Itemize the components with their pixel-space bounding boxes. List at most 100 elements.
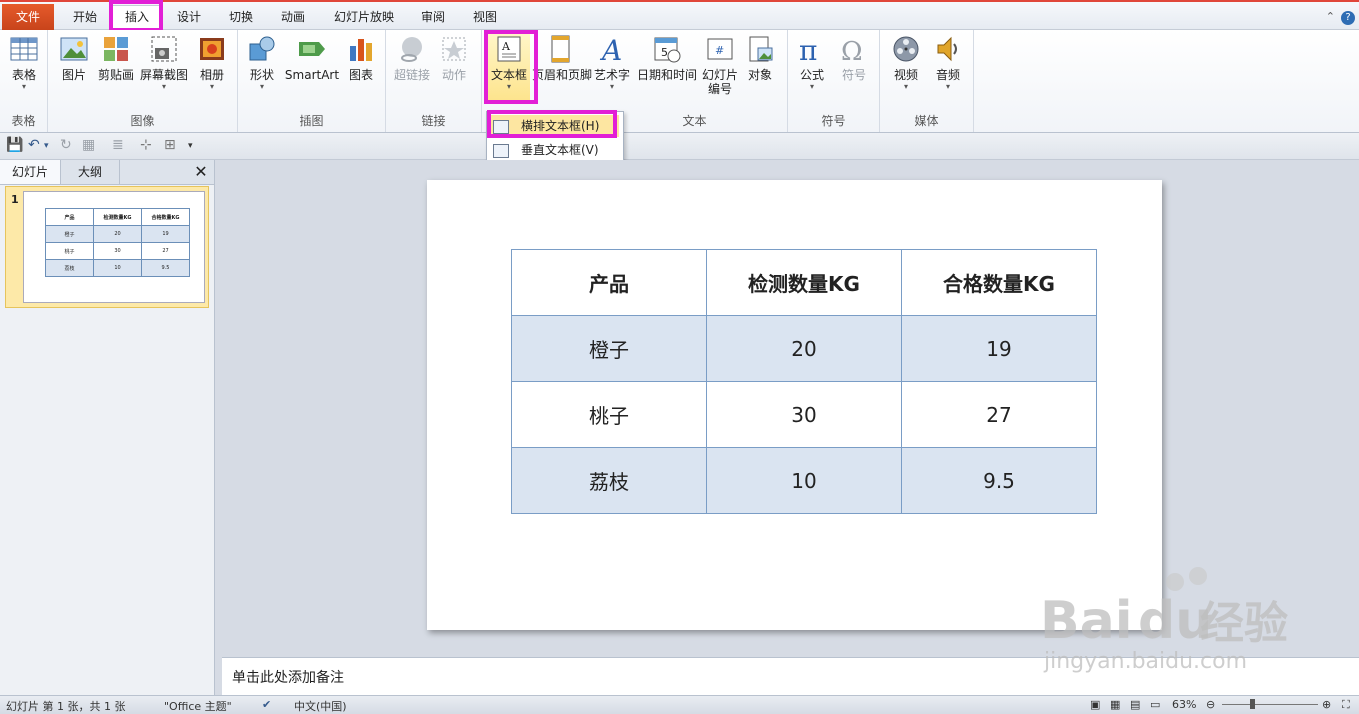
audio-button[interactable]: 音频 ▾ — [930, 34, 966, 92]
menu-item-horizontal-textbox[interactable]: 横排文本框(H) — [489, 115, 619, 137]
wordart-button[interactable]: A 艺术字 ▾ — [590, 34, 634, 92]
tab-view[interactable]: 视图 — [464, 6, 506, 28]
save-icon[interactable]: 💾 — [6, 137, 23, 153]
zoom-in-icon[interactable]: ⊕ — [1322, 698, 1331, 711]
zoom-slider-thumb[interactable] — [1250, 699, 1255, 709]
tab-design[interactable]: 设计 — [168, 6, 210, 28]
slide-number-label-2: 编号 — [707, 82, 732, 96]
tab-slideshow[interactable]: 幻灯片放映 — [326, 6, 402, 28]
slideshow-view-icon[interactable]: ▭ — [1150, 698, 1160, 711]
table-cell[interactable]: 27 — [901, 381, 1097, 448]
tab-review[interactable]: 审阅 — [412, 6, 454, 28]
table-header-cell[interactable]: 检测数量KG — [706, 249, 902, 316]
ribbon-controls: ⌃? — [1326, 10, 1355, 25]
shapes-button[interactable]: 形状 ▾ — [244, 34, 280, 92]
tab-file[interactable]: 文件 — [2, 4, 54, 30]
bar-chart-icon — [346, 34, 376, 64]
chart-button[interactable]: 图表 — [344, 34, 378, 82]
table-cell[interactable]: 荔枝 — [511, 447, 707, 514]
thumbnail-cell: 橙子 — [45, 225, 94, 243]
slide-sorter-icon[interactable]: ▦ — [1110, 698, 1120, 711]
reading-view-icon[interactable]: ▤ — [1130, 698, 1140, 711]
group-symbols: π 公式 ▾ Ω 符号 符号 — [788, 30, 880, 132]
datetime-button[interactable]: 5 日期和时间 — [636, 34, 698, 82]
header-footer-button[interactable]: 页眉和页脚 — [532, 34, 592, 82]
thumbnail-row: 桃子 30 27 — [45, 242, 190, 260]
crop-icon[interactable]: ⊹ — [140, 137, 152, 153]
slide-thumbnail-preview: 产品 检测数量KG 合格数量KG 橙子 20 19 桃子 30 27 荔枝 10… — [23, 191, 205, 303]
table-cell[interactable]: 19 — [901, 315, 1097, 382]
slide-thumbnail[interactable]: 1 产品 检测数量KG 合格数量KG 橙子 20 19 桃子 30 27 荔枝 … — [5, 186, 209, 308]
chevron-down-icon: ▾ — [506, 82, 511, 91]
tab-outline[interactable]: 大纲 — [61, 160, 120, 184]
fit-to-window-icon[interactable]: ⛶ — [1342, 698, 1350, 712]
thumbnail-row: 产品 检测数量KG 合格数量KG — [45, 208, 190, 226]
table-label: 表格 — [11, 68, 36, 82]
status-zoom[interactable]: 63% — [1172, 698, 1196, 711]
smartart-button[interactable]: SmartArt — [284, 34, 340, 82]
group-illustrations: 形状 ▾ SmartArt 图表 插图 — [238, 30, 386, 132]
minimize-ribbon-icon[interactable]: ⌃ — [1326, 10, 1335, 23]
table-tool-icon[interactable]: ⊞ — [164, 137, 176, 153]
tab-insert[interactable]: 插入 — [112, 5, 162, 30]
menu-item-vertical-textbox[interactable]: 垂直文本框(V) — [489, 139, 619, 161]
table-cell[interactable]: 10 — [706, 447, 902, 514]
object-button[interactable]: 对象 — [744, 34, 776, 82]
svg-text:#: # — [715, 44, 724, 57]
video-label: 视频 — [893, 68, 918, 82]
help-icon[interactable]: ? — [1341, 11, 1355, 25]
undo-icon[interactable]: ↶ — [28, 137, 40, 153]
picture-icon — [59, 34, 89, 64]
table-cell[interactable]: 20 — [706, 315, 902, 382]
table-row: 桃子 30 27 — [511, 381, 1097, 448]
picture-label: 图片 — [61, 68, 86, 82]
align-icon[interactable]: ≣ — [112, 137, 124, 153]
tab-animations[interactable]: 动画 — [272, 6, 314, 28]
data-table[interactable]: 产品 检测数量KG 合格数量KG 橙子 20 19 桃子 30 27 荔枝 10 — [511, 249, 1097, 514]
screenshot-button[interactable]: 屏幕截图 ▾ — [138, 34, 190, 92]
zoom-out-icon[interactable]: ⊖ — [1206, 698, 1215, 711]
zoom-slider[interactable] — [1222, 704, 1318, 705]
table-cell[interactable]: 桃子 — [511, 381, 707, 448]
table-cell[interactable]: 9.5 — [901, 447, 1097, 514]
chevron-down-icon: ▾ — [209, 82, 214, 91]
chevron-down-icon: ▾ — [161, 82, 166, 91]
horizontal-textbox-icon — [493, 120, 509, 134]
action-button[interactable]: 动作 — [436, 34, 472, 82]
textbox-button[interactable]: A 文本框 ▾ — [488, 34, 530, 104]
redo-icon[interactable]: ↻ — [60, 137, 72, 153]
baidu-jingyan-watermark: Bai du 经验 jingyan.baidu.com — [1040, 560, 1340, 680]
clipart-button[interactable]: 剪贴画 — [96, 34, 136, 82]
thumbnail-cell: 20 — [93, 225, 142, 243]
table-cell[interactable]: 橙子 — [511, 315, 707, 382]
format-painter-icon[interactable]: ▦ — [82, 137, 95, 153]
svg-text:A: A — [599, 34, 622, 64]
tab-transitions[interactable]: 切换 — [220, 6, 262, 28]
slide-number: 1 — [11, 193, 19, 206]
symbol-button[interactable]: Ω 符号 — [836, 34, 872, 82]
album-label: 相册 — [199, 68, 224, 82]
group-links: 超链接 动作 链接 — [386, 30, 482, 132]
hyperlink-button[interactable]: 超链接 — [392, 34, 432, 82]
table-button[interactable]: 表格 ▾ — [6, 34, 42, 92]
spellcheck-icon[interactable]: ✔ — [262, 698, 271, 711]
video-button[interactable]: 视频 ▾ — [888, 34, 924, 92]
table-header-cell[interactable]: 合格数量KG — [901, 249, 1097, 316]
equation-button[interactable]: π 公式 ▾ — [794, 34, 830, 92]
datetime-label: 日期和时间 — [636, 68, 697, 82]
customize-qat-icon[interactable]: ▾ — [188, 141, 193, 151]
slide-number-button[interactable]: # 幻灯片 编号 — [700, 34, 740, 96]
chevron-down-icon[interactable]: ▾ — [44, 141, 49, 151]
table-cell[interactable]: 30 — [706, 381, 902, 448]
album-button[interactable]: 相册 ▾ — [194, 34, 230, 92]
group-table: 表格 ▾ 表格 — [0, 30, 48, 132]
table-header-cell[interactable]: 产品 — [511, 249, 707, 316]
vertical-textbox-icon — [493, 144, 509, 158]
tab-slides[interactable]: 幻灯片 — [0, 160, 61, 184]
powerpoint-window: 文件 开始 插入 设计 切换 动画 幻灯片放映 审阅 视图 ⌃? 表格 ▾ 表格 — [0, 0, 1359, 713]
quick-access-toolbar: 💾 ↶ ▾ ↻ ▦ ≣ ⊹ ⊞ ▾ — [0, 133, 1359, 160]
picture-button[interactable]: 图片 — [56, 34, 92, 82]
tab-home[interactable]: 开始 — [64, 6, 106, 28]
close-icon[interactable]: ✕ — [190, 160, 212, 184]
normal-view-icon[interactable]: ▣ — [1090, 698, 1100, 711]
